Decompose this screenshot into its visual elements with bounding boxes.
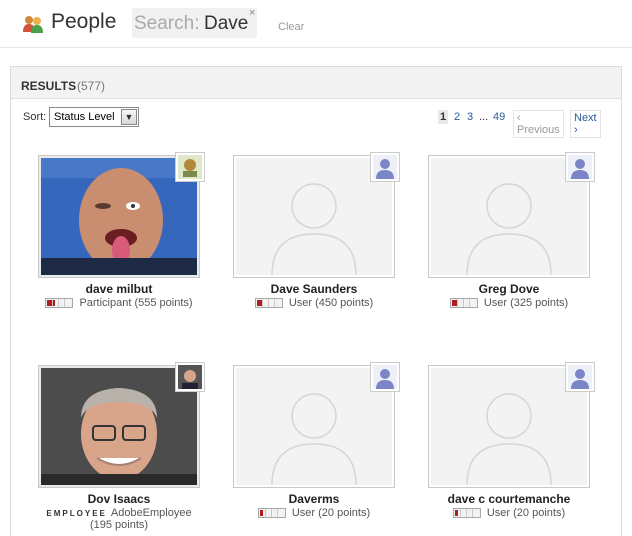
results-count: (577): [77, 79, 106, 93]
default-user-icon[interactable]: [370, 362, 400, 392]
clear-link[interactable]: Clear: [278, 21, 304, 33]
person-card[interactable]: dave milbut Participant (555 points): [11, 152, 205, 315]
search-field[interactable]: Search: Dave ×: [132, 8, 257, 38]
status-level-meter: [45, 298, 74, 308]
results-header: RESULTS (577): [11, 67, 621, 99]
page-header: People Search: Dave × Clear: [0, 0, 632, 48]
person-photo-image: [41, 368, 197, 485]
default-user-icon[interactable]: [565, 362, 595, 392]
default-user-icon[interactable]: [565, 152, 595, 182]
results-panel: RESULTS (577) Sort: Status Level ▼ 1 2 3…: [10, 66, 622, 536]
profile-photo[interactable]: [38, 152, 205, 278]
sort-selected-value: Status Level: [54, 111, 115, 123]
person-status: Participant (555 points): [11, 297, 227, 309]
person-photo-image: [41, 158, 197, 275]
default-user-icon[interactable]: [370, 152, 400, 182]
status-text: User (450 points): [288, 297, 374, 309]
person-status: EMPLOYEE AdobeEmployee: [11, 507, 227, 519]
person-status: User (450 points): [206, 297, 422, 309]
person-card[interactable]: Greg Dove User (325 points): [401, 152, 595, 315]
status-level-meter: [449, 298, 478, 308]
page-1[interactable]: 1: [438, 110, 449, 124]
person-name[interactable]: Daverms: [206, 492, 422, 506]
person-card[interactable]: dave c courtemanche User (20 points): [401, 362, 595, 525]
employee-badge: EMPLOYEE: [46, 509, 107, 518]
person-status: User (20 points): [401, 507, 617, 519]
default-avatar-icon: [236, 158, 392, 275]
next-button[interactable]: Next ›: [570, 110, 601, 138]
sort-select[interactable]: Status Level ▼: [49, 107, 139, 127]
page-last[interactable]: 49: [491, 110, 507, 124]
search-query[interactable]: Dave: [204, 13, 248, 35]
close-icon[interactable]: ×: [249, 8, 255, 19]
page-ellipsis: ...: [479, 111, 489, 123]
chevron-down-icon[interactable]: ▼: [121, 109, 137, 125]
results-label: RESULTS: [21, 79, 77, 93]
person-name[interactable]: Dave Saunders: [206, 282, 422, 296]
person-card[interactable]: Daverms User (20 points): [206, 362, 400, 525]
custom-avatar-icon[interactable]: [175, 362, 205, 392]
person-status: User (325 points): [401, 297, 617, 309]
status-level-meter: [452, 508, 481, 518]
status-level-meter: [257, 508, 286, 518]
custom-avatar-icon[interactable]: [175, 152, 205, 182]
profile-photo[interactable]: [233, 362, 400, 488]
status-text: Participant (555 points): [79, 297, 193, 309]
person-card[interactable]: Dov Isaacs EMPLOYEE AdobeEmployee (195 po…: [11, 362, 205, 536]
previous-button[interactable]: ‹ Previous: [513, 110, 564, 138]
status-text: User (325 points): [483, 297, 569, 309]
status-text: User (20 points): [291, 507, 371, 519]
person-card[interactable]: Dave Saunders User (450 points): [206, 152, 400, 315]
search-label: Search:: [134, 13, 200, 34]
default-avatar-icon: [431, 158, 587, 275]
profile-photo[interactable]: [428, 362, 595, 488]
person-name[interactable]: Dov Isaacs: [11, 492, 227, 506]
people-icon: [22, 14, 44, 34]
default-avatar-icon: [431, 368, 587, 485]
profile-photo[interactable]: [233, 152, 400, 278]
profile-photo[interactable]: [428, 152, 595, 278]
profile-photo[interactable]: [38, 362, 205, 488]
person-name[interactable]: Greg Dove: [401, 282, 617, 296]
status-text: AdobeEmployee: [110, 507, 192, 519]
status-text: User (20 points): [486, 507, 566, 519]
person-name[interactable]: dave c courtemanche: [401, 492, 617, 506]
status-level-meter: [254, 298, 283, 308]
person-name[interactable]: dave milbut: [11, 282, 227, 296]
page-3[interactable]: 3: [465, 110, 475, 124]
person-points: (195 points): [89, 519, 149, 531]
default-avatar-icon: [236, 368, 392, 485]
sort-label: Sort:: [23, 111, 47, 123]
page-title: People: [51, 10, 117, 33]
person-status: User (20 points): [206, 507, 422, 519]
page-2[interactable]: 2: [452, 110, 462, 124]
